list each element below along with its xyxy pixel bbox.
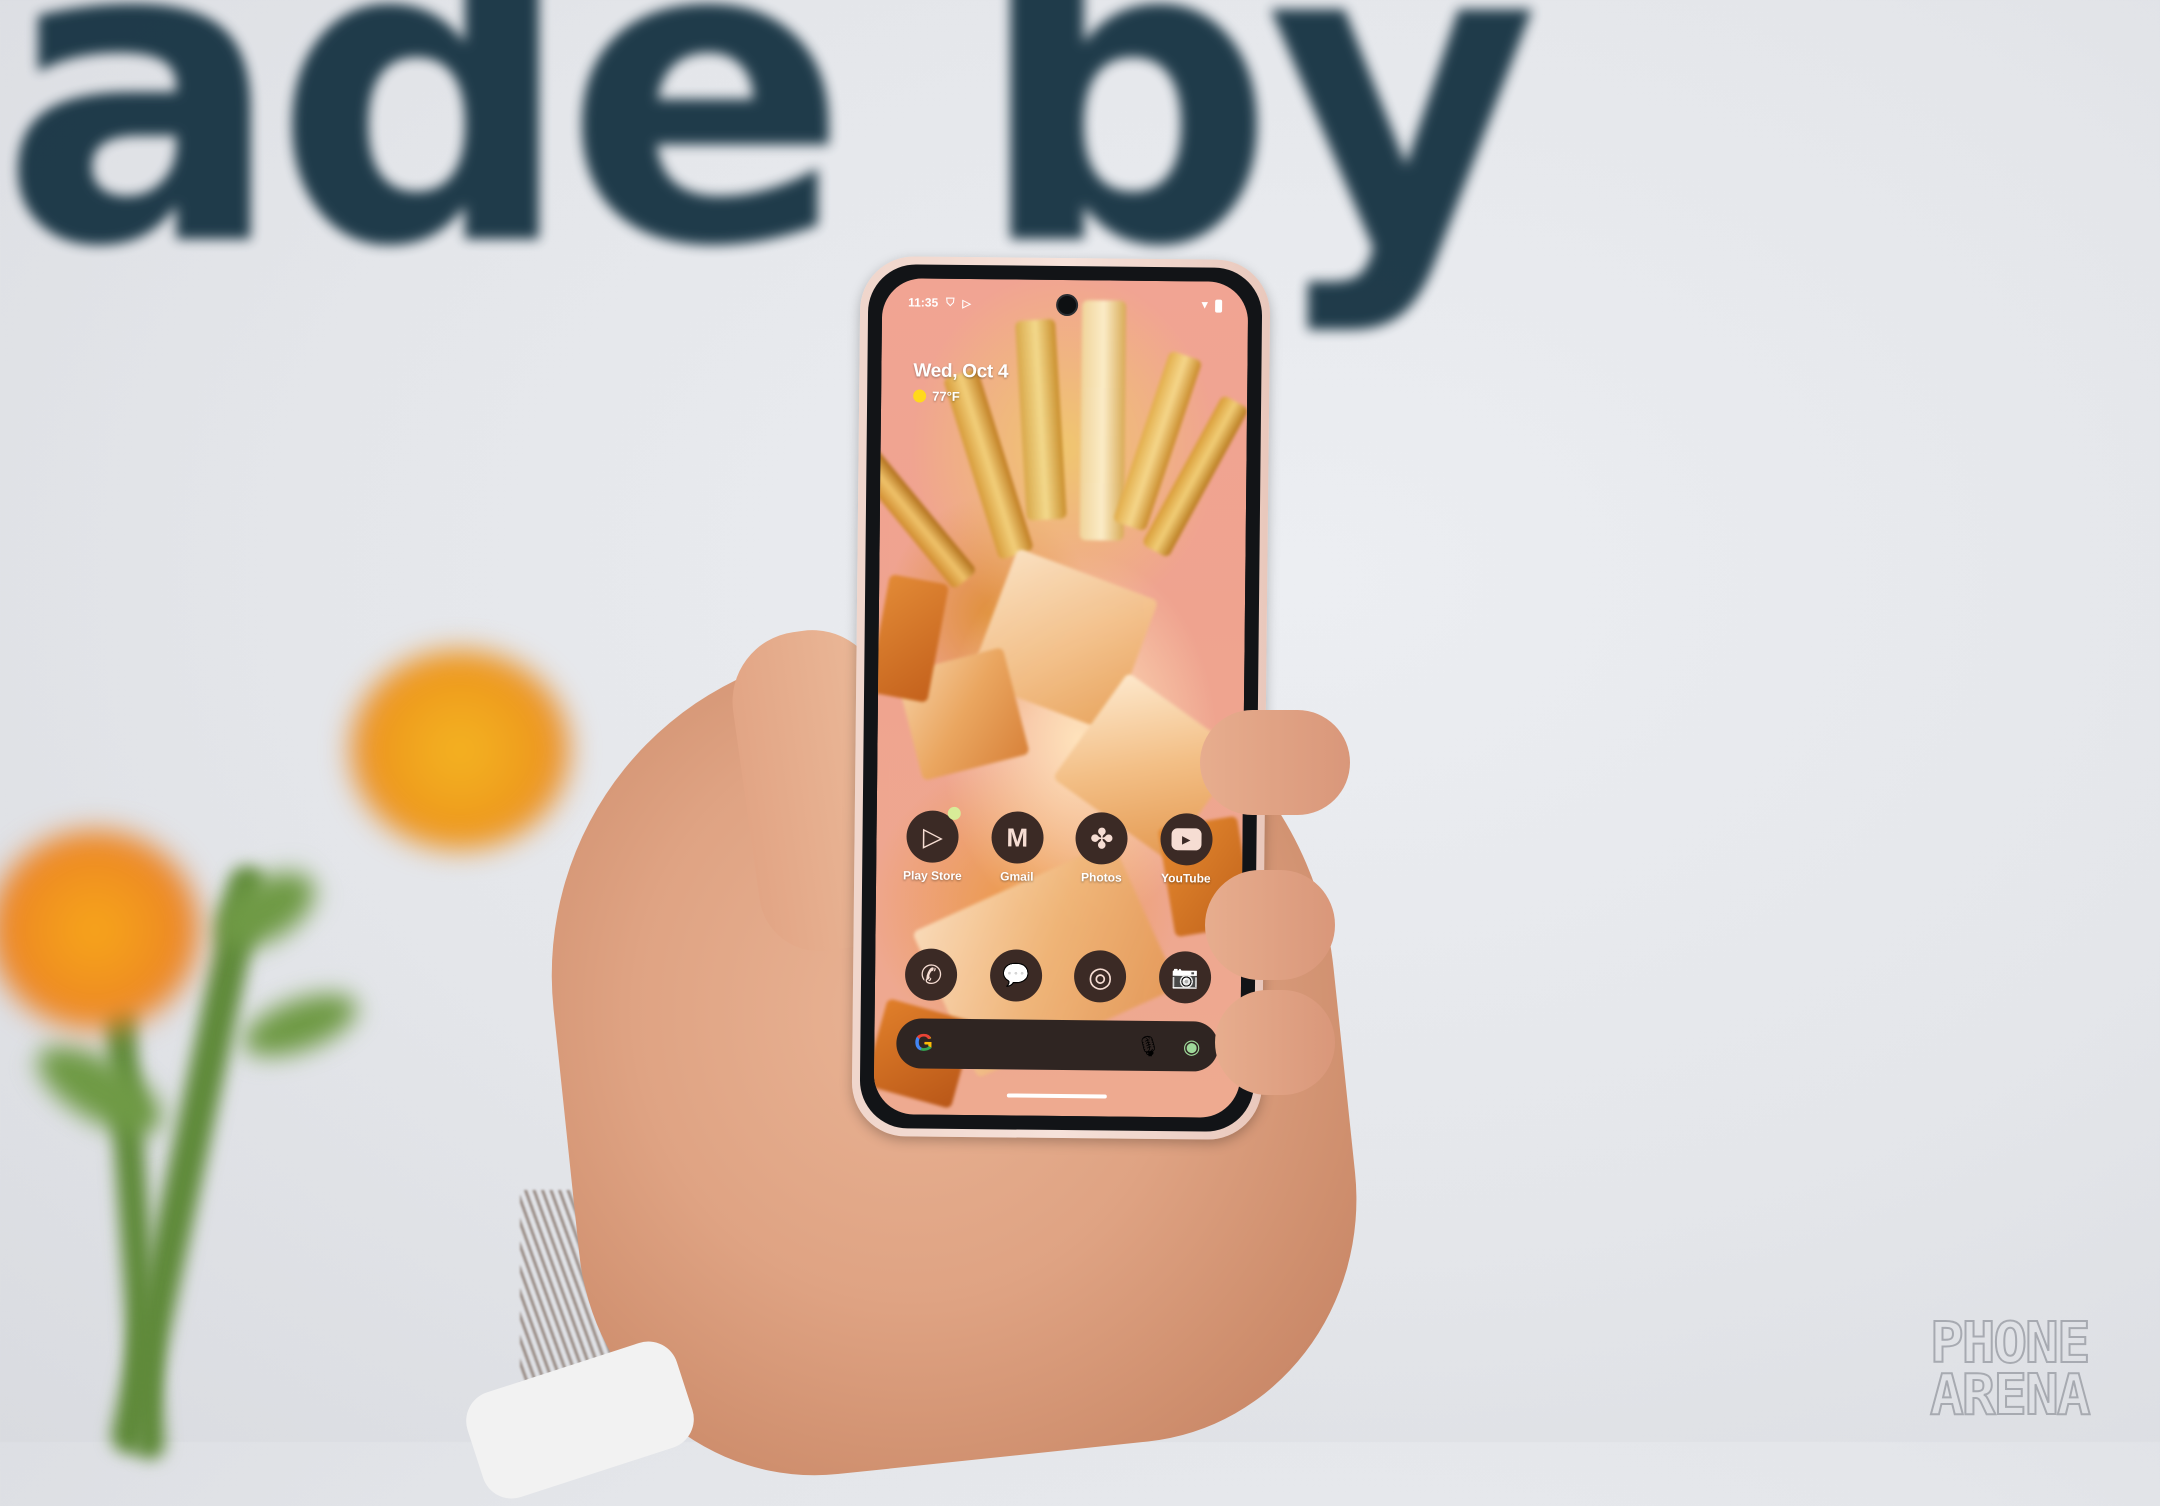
- finger: [1200, 710, 1350, 815]
- battery-icon: [1215, 299, 1223, 313]
- background-sign-text: ade by: [0, 0, 1540, 339]
- chrome-icon[interactable]: ◎: [1074, 950, 1127, 1003]
- microphone-icon[interactable]: 🎙: [1135, 1033, 1161, 1058]
- glance-weather[interactable]: 77°F: [913, 388, 1008, 404]
- phonearena-watermark: PHONE ARENA: [1929, 1315, 2092, 1428]
- gmail-icon[interactable]: M: [991, 811, 1044, 864]
- gesture-nav-handle[interactable]: [1006, 1093, 1107, 1099]
- finger: [1205, 870, 1335, 980]
- finger: [1215, 990, 1335, 1095]
- dock: ✆ 💬 ◎ 📷: [889, 948, 1228, 1004]
- app-chrome[interactable]: ◎: [1060, 950, 1141, 1003]
- flower-leaf: [24, 1029, 176, 1151]
- wallpaper-crystal: [1015, 318, 1067, 521]
- phone: 11:35 ⛉ ▷ ▼ Wed, Oct 4 77°F ▷ Play Store…: [851, 255, 1271, 1141]
- google-logo-icon: G: [914, 1029, 934, 1057]
- photos-pinwheel-icon[interactable]: ✤: [1075, 812, 1129, 865]
- flower-blossom: [0, 830, 200, 1030]
- youtube-icon[interactable]: ▶: [1160, 813, 1213, 866]
- status-bar: 11:35 ⛉ ▷ ▼: [908, 292, 1223, 315]
- app-gmail[interactable]: M Gmail: [977, 811, 1058, 884]
- camera-icon[interactable]: 📷: [1158, 951, 1212, 1004]
- status-time: 11:35: [908, 295, 939, 310]
- app-camera[interactable]: 📷: [1145, 951, 1226, 1004]
- messages-icon[interactable]: 💬: [989, 949, 1043, 1002]
- glance-temperature: 77°F: [932, 388, 960, 404]
- app-youtube[interactable]: ▶ YouTube: [1146, 813, 1227, 886]
- home-screen: 11:35 ⛉ ▷ ▼ Wed, Oct 4 77°F ▷ Play Store…: [873, 278, 1249, 1118]
- app-label: Photos: [1080, 870, 1122, 885]
- google-lens-icon[interactable]: ◉: [1183, 1034, 1201, 1059]
- phone-bezel: 11:35 ⛉ ▷ ▼ Wed, Oct 4 77°F ▷ Play Store…: [859, 263, 1263, 1133]
- app-row: ▷ Play Store M Gmail ✤ Photos ▶ YouTube: [890, 806, 1229, 886]
- phone-icon[interactable]: ✆: [905, 948, 958, 1001]
- flower-blossom: [350, 650, 570, 850]
- google-search-bar[interactable]: G 🎙 ◉: [896, 1018, 1219, 1072]
- app-phone[interactable]: ✆: [891, 948, 972, 1001]
- play-icon: ▷: [962, 297, 971, 310]
- app-play-store[interactable]: ▷ Play Store: [892, 806, 973, 883]
- app-messages[interactable]: 💬: [976, 949, 1057, 1002]
- background-sign: ade by: [0, 0, 1540, 339]
- wifi-icon: ▼: [1199, 299, 1211, 312]
- vpn-shield-icon: ⛉: [946, 296, 955, 309]
- app-photos[interactable]: ✤ Photos: [1061, 812, 1142, 885]
- app-label: YouTube: [1161, 871, 1211, 886]
- glance-date[interactable]: Wed, Oct 4: [913, 360, 1008, 383]
- app-label: Gmail: [1000, 869, 1034, 884]
- notification-dot: [947, 806, 962, 820]
- flower-leaf: [235, 980, 365, 1070]
- at-a-glance-widget[interactable]: Wed, Oct 4 77°F: [913, 360, 1008, 404]
- watermark-line2: ARENA: [1929, 1363, 2092, 1428]
- app-label: Play Store: [902, 868, 962, 883]
- sun-icon: [913, 389, 927, 403]
- wallpaper-crystal: [873, 447, 978, 590]
- play-store-icon[interactable]: ▷: [906, 806, 962, 863]
